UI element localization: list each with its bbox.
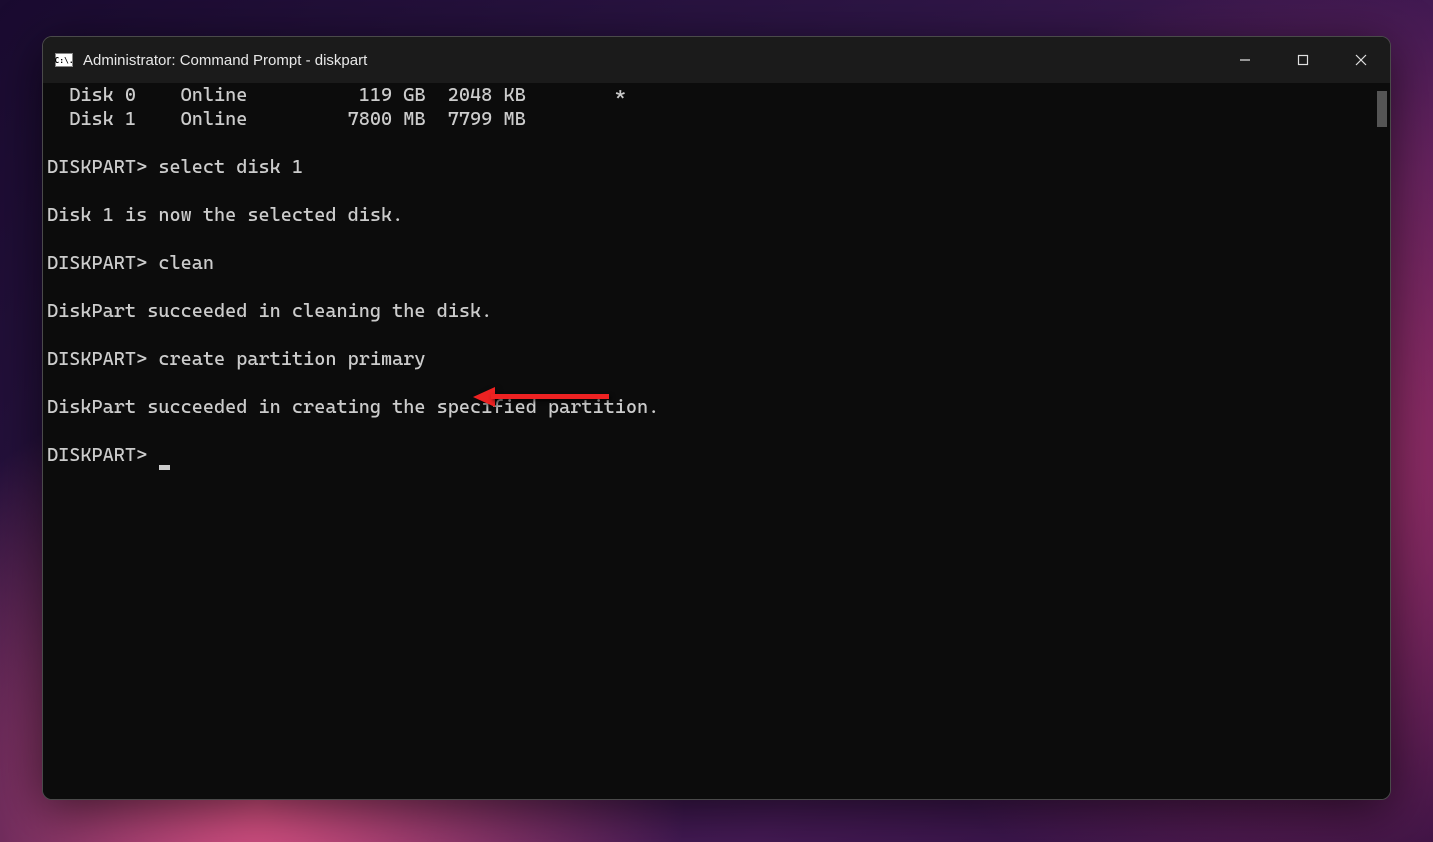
terminal-output[interactable]: Disk 0 Online 119 GB 2048 KB * Disk 1 On… xyxy=(43,83,1390,799)
terminal-line xyxy=(47,323,1386,347)
cmd-icon: C:\. xyxy=(55,53,73,67)
terminal-line xyxy=(47,179,1386,203)
scrollbar-thumb[interactable] xyxy=(1377,91,1387,127)
text-cursor xyxy=(159,465,170,470)
terminal-line xyxy=(47,371,1386,395)
terminal-line: DiskPart succeeded in creating the speci… xyxy=(47,395,1386,419)
close-button[interactable] xyxy=(1332,37,1390,83)
terminal-line xyxy=(47,275,1386,299)
maximize-button[interactable] xyxy=(1274,37,1332,83)
terminal-line: Disk 0 Online 119 GB 2048 KB * xyxy=(47,83,1386,107)
terminal-line: Disk 1 Online 7800 MB 7799 MB xyxy=(47,107,1386,131)
terminal-line xyxy=(47,419,1386,443)
terminal-line: DISKPART> create partition primary xyxy=(47,347,1386,371)
window-title: Administrator: Command Prompt - diskpart xyxy=(83,52,367,69)
terminal-line xyxy=(47,227,1386,251)
command-prompt-window: C:\. Administrator: Command Prompt - dis… xyxy=(42,36,1391,800)
titlebar[interactable]: C:\. Administrator: Command Prompt - dis… xyxy=(43,37,1390,83)
minimize-button[interactable] xyxy=(1216,37,1274,83)
terminal-line xyxy=(47,131,1386,155)
terminal-line: Disk 1 is now the selected disk. xyxy=(47,203,1386,227)
terminal-line: DISKPART> select disk 1 xyxy=(47,155,1386,179)
terminal-line: DISKPART> clean xyxy=(47,251,1386,275)
window-controls xyxy=(1216,37,1390,83)
terminal-line: DiskPart succeeded in cleaning the disk. xyxy=(47,299,1386,323)
terminal-line: DISKPART> xyxy=(47,443,1386,467)
